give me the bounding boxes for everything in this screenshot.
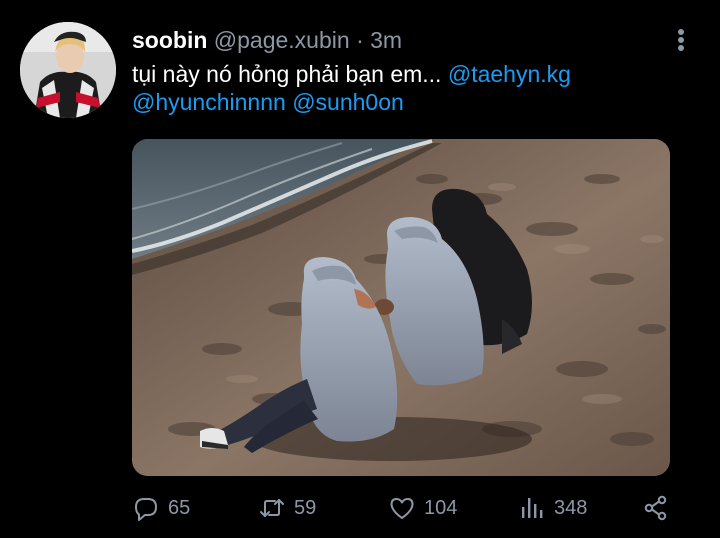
timestamp[interactable]: 3m [370,27,402,53]
heart-icon [390,498,414,519]
tweet-text: tụi này nó hỏng phải bạn em... @taehyn.k… [132,60,702,116]
tweet-header: soobin @page.xubin · 3m [132,26,402,54]
reply-icon [135,498,157,521]
share-button[interactable] [642,490,670,526]
like-button[interactable]: 104 [388,490,457,526]
tweet-actions: 65 59 104 348 [132,490,692,526]
header-separator: · [356,27,364,53]
share-icon [644,495,667,521]
views-button[interactable]: 348 [518,490,587,526]
beach-photo [132,139,670,476]
views-icon [522,498,543,518]
reply-count: 65 [168,496,191,519]
more-options-button[interactable] [668,26,694,54]
tweet-card: soobin @page.xubin · 3m tụi này nó hỏng … [0,0,720,538]
retweet-icon [260,499,284,517]
retweet-count: 59 [294,496,317,519]
retweet-button[interactable]: 59 [258,490,316,526]
user-handle[interactable]: @page.xubin [214,27,350,53]
tweet-body: tụi này nó hỏng phải bạn em... [132,61,442,87]
avatar[interactable] [20,22,116,118]
mention-link[interactable]: @sunh0on [292,89,404,115]
more-vertical-icon [678,29,684,51]
views-count: 348 [554,496,588,519]
tweet-text-line-2: @hyunchinnnn @sunh0on [132,88,702,116]
mention-link[interactable]: @taehyn.kg [448,61,571,87]
reply-button[interactable]: 65 [132,490,190,526]
mention-link[interactable]: @hyunchinnnn [132,89,286,115]
display-name[interactable]: soobin [132,27,207,53]
avatar-image [20,22,116,118]
tweet-photo[interactable] [132,139,670,476]
like-count: 104 [424,496,458,519]
tweet-text-line-1: tụi này nó hỏng phải bạn em... @taehyn.k… [132,60,702,88]
